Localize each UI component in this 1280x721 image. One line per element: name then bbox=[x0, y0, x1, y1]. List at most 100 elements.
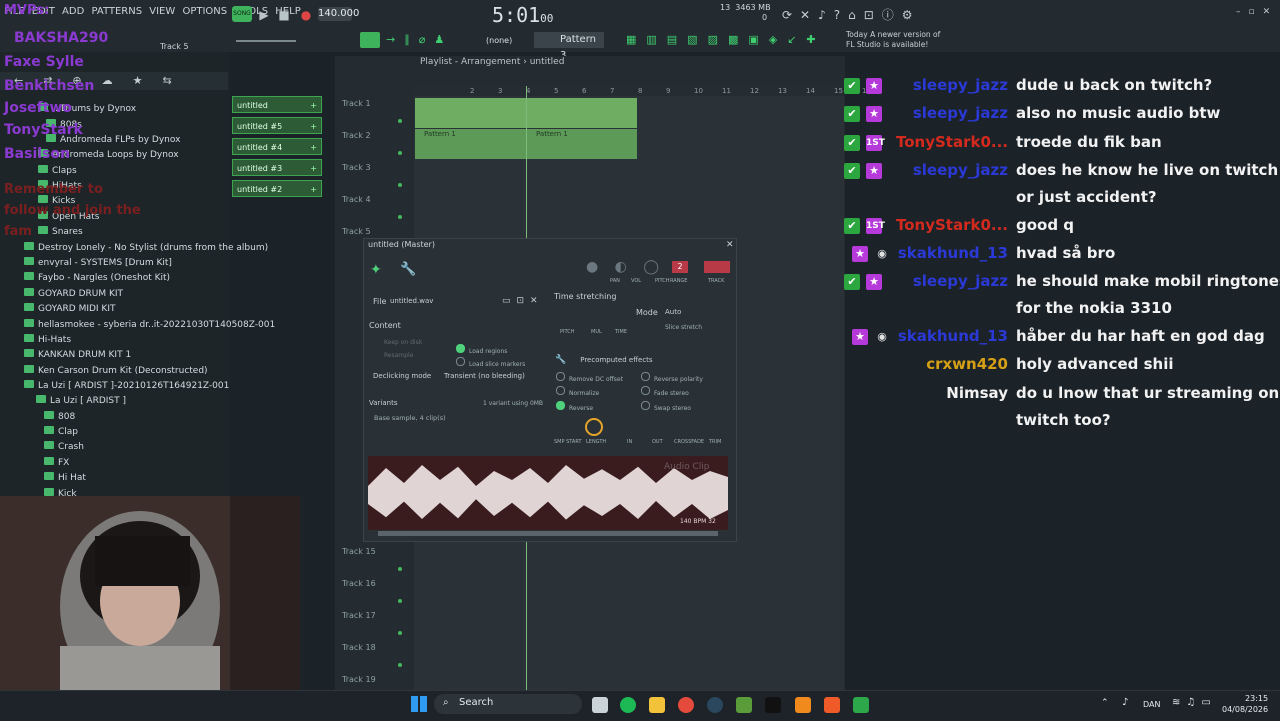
tempo-display[interactable]: 140.000 bbox=[318, 7, 359, 21]
master-volume-slider[interactable] bbox=[236, 40, 296, 42]
declicking-select[interactable]: Transient (no bleeding) bbox=[444, 372, 525, 380]
x-app-icon[interactable] bbox=[765, 697, 781, 713]
track-select-box[interactable] bbox=[704, 261, 730, 273]
chat-username[interactable]: sleepy_jazz bbox=[848, 104, 1008, 122]
track-header[interactable]: Track 2 bbox=[342, 131, 371, 140]
length-knob[interactable] bbox=[585, 418, 603, 436]
task-view-icon[interactable] bbox=[592, 697, 608, 713]
browser-folder[interactable]: La Uzi [ ARDIST ]-20210126T164921Z-001 bbox=[24, 380, 229, 391]
knob-out[interactable]: OUT bbox=[652, 439, 663, 445]
system-clock[interactable]: 23:15 04/08/2026 bbox=[1222, 693, 1268, 715]
waveform-scrollbar[interactable] bbox=[378, 531, 718, 536]
language-indicator[interactable]: DAN bbox=[1143, 700, 1160, 709]
track-header[interactable]: Track 3 bbox=[342, 163, 371, 172]
track-header[interactable]: Track 16 bbox=[342, 579, 376, 588]
track-mute-led[interactable] bbox=[398, 151, 402, 155]
spotify-icon[interactable] bbox=[620, 697, 636, 713]
add-icon[interactable]: + bbox=[310, 118, 317, 135]
track-header[interactable]: Track 18 bbox=[342, 643, 376, 652]
browser-folder[interactable]: La Uzi [ ARDIST ] bbox=[36, 395, 126, 406]
browser-folder[interactable]: Hi-Hats bbox=[24, 334, 71, 345]
browser-folder[interactable]: Destroy Lonely - No Stylist (drums from … bbox=[24, 242, 268, 253]
green-app-icon[interactable] bbox=[853, 697, 869, 713]
browser-folder[interactable]: 808 bbox=[44, 411, 75, 422]
browser-folder[interactable]: Faybo - Nargles (Oneshot Kit) bbox=[24, 272, 170, 283]
stretch-knob-mul[interactable]: MUL bbox=[591, 329, 602, 335]
browser-folder[interactable]: Ken Carson Drum Kit (Deconstructed) bbox=[24, 365, 208, 376]
menu-patterns[interactable]: PATTERNS bbox=[91, 6, 142, 17]
mode-select[interactable]: Auto bbox=[665, 308, 681, 316]
menu-options[interactable]: OPTIONS bbox=[182, 6, 227, 17]
fl-studio-icon[interactable] bbox=[795, 697, 811, 713]
chat-username[interactable]: skakhund_13 bbox=[848, 327, 1008, 345]
keep-on-disk-option[interactable]: Keep on disk bbox=[384, 339, 422, 346]
load-slice-markers-option[interactable]: Load slice markers bbox=[456, 351, 525, 370]
add-icon[interactable]: + bbox=[310, 181, 317, 198]
track-header[interactable]: Track 19 bbox=[342, 675, 376, 684]
browser-folder[interactable]: hellasmokee - syberia dr..it-20221030T14… bbox=[24, 319, 275, 330]
browser-folder[interactable]: Claps bbox=[38, 165, 77, 176]
knob-smp-start[interactable]: SMP START bbox=[554, 439, 582, 445]
record-icon[interactable]: ● bbox=[298, 7, 314, 23]
chrome-icon[interactable] bbox=[678, 697, 694, 713]
file-name[interactable]: untitled.wav bbox=[390, 297, 433, 305]
add-icon[interactable]: + bbox=[310, 97, 317, 114]
channel-item[interactable]: untitled #5 + bbox=[232, 117, 322, 134]
tray-status-icons[interactable]: ≋♫▭ bbox=[1172, 697, 1217, 708]
windows-start-icon[interactable] bbox=[411, 696, 427, 712]
track-mute-led[interactable] bbox=[398, 215, 402, 219]
knob-length[interactable]: LENGTH bbox=[586, 439, 606, 445]
chat-username[interactable]: sleepy_jazz bbox=[848, 76, 1008, 94]
track-mute-led[interactable] bbox=[398, 183, 402, 187]
browser-folder[interactable]: envyral - SYSTEMS [Drum Kit] bbox=[24, 257, 172, 268]
channel-item[interactable]: untitled #3 + bbox=[232, 159, 322, 176]
knob-crossfade[interactable]: CROSSFADE bbox=[674, 439, 704, 445]
track-header[interactable]: Track 4 bbox=[342, 195, 371, 204]
play-icon[interactable]: ▶ bbox=[256, 7, 272, 23]
option-reverse[interactable]: Reverse bbox=[556, 395, 593, 414]
knob-in[interactable]: IN bbox=[627, 439, 632, 445]
option-swap-stereo[interactable]: Swap stereo bbox=[641, 395, 691, 414]
track-header[interactable]: Track 17 bbox=[342, 611, 376, 620]
brave-icon[interactable] bbox=[824, 697, 840, 713]
snap-button[interactable] bbox=[360, 32, 380, 48]
track-mute-led[interactable] bbox=[398, 567, 402, 571]
chat-username[interactable]: crxwn420 bbox=[848, 355, 1008, 373]
minecraft-icon[interactable] bbox=[736, 697, 752, 713]
steam-icon[interactable] bbox=[707, 697, 723, 713]
timeline-ruler[interactable]: 2345678910111213141516 bbox=[414, 86, 871, 96]
browser-folder[interactable]: GOYARD MIDI KIT bbox=[24, 303, 115, 314]
stretch-knob-time[interactable]: TIME bbox=[615, 329, 627, 335]
browser-folder[interactable]: Hi Hat bbox=[44, 472, 86, 483]
chat-username[interactable]: sleepy_jazz bbox=[848, 161, 1008, 179]
track-header[interactable]: Track 5 bbox=[342, 227, 371, 236]
add-icon[interactable]: + bbox=[310, 160, 317, 177]
pattern-none-select[interactable]: (none) bbox=[486, 36, 512, 45]
browser-folder[interactable]: Clap bbox=[44, 426, 78, 437]
browser-folder[interactable]: GOYARD DRUM KIT bbox=[24, 288, 123, 299]
chat-username[interactable]: TonyStark0... bbox=[848, 216, 1008, 234]
stop-icon[interactable]: ■ bbox=[276, 7, 292, 23]
resample-option[interactable]: Resample bbox=[384, 352, 413, 359]
taskbar-search[interactable] bbox=[434, 694, 582, 714]
tray-chevron-icon[interactable]: ⌃ bbox=[1101, 698, 1109, 708]
knob-trim[interactable]: TRIM bbox=[709, 439, 721, 445]
window-controls[interactable]: –▫✕ bbox=[1236, 7, 1278, 17]
file-icons[interactable]: ▭⊡✕ bbox=[502, 296, 544, 306]
menu-add[interactable]: ADD bbox=[62, 6, 84, 17]
slice-stretch[interactable]: Slice stretch bbox=[665, 324, 702, 331]
track-mute-led[interactable] bbox=[398, 599, 402, 603]
track-mute-led[interactable] bbox=[398, 663, 402, 667]
track-mute-led[interactable] bbox=[398, 631, 402, 635]
pattern-selector[interactable]: Pattern 3 bbox=[534, 32, 604, 61]
base-sample[interactable]: Base sample, 4 clip(s) bbox=[374, 414, 446, 422]
microphone-icon[interactable]: ♪ bbox=[1122, 697, 1128, 708]
chat-username[interactable]: sleepy_jazz bbox=[848, 272, 1008, 290]
menu-view[interactable]: VIEW bbox=[149, 6, 175, 17]
channel-item[interactable]: untitled #2 + bbox=[232, 180, 322, 197]
channel-item[interactable]: untitled + bbox=[232, 96, 322, 113]
chat-username[interactable]: skakhund_13 bbox=[848, 244, 1008, 262]
browser-folder[interactable]: FX bbox=[44, 457, 69, 468]
song-mode-toggle[interactable]: SONG bbox=[232, 6, 252, 22]
track-mute-led[interactable] bbox=[398, 119, 402, 123]
